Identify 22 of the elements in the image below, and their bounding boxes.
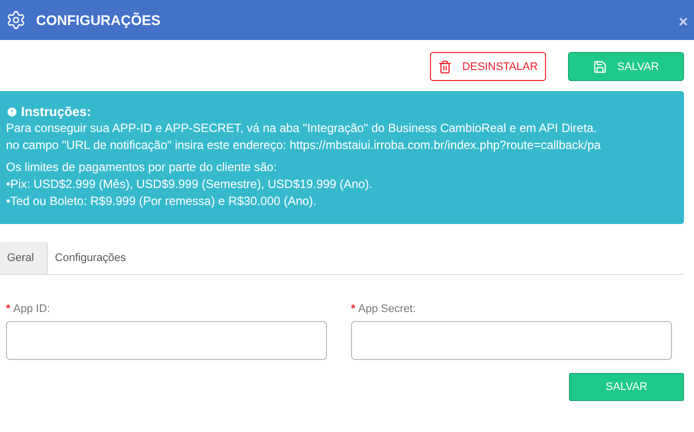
limit-text: Os limites de pagamentos por parte do cliente são: <box>6 159 278 176</box>
required-mark: * <box>351 303 356 315</box>
save-button[interactable]: SALVAR <box>568 52 684 81</box>
alert-icon <box>6 106 18 118</box>
field-label: App ID: <box>13 303 50 315</box>
settings-icon <box>6 10 26 30</box>
input-field[interactable] <box>6 321 327 360</box>
field-label: App Secret: <box>358 303 416 315</box>
uninstall-button[interactable]: DESINSTALAR <box>430 52 546 81</box>
instructions-title: Instruções: <box>21 103 92 120</box>
limit-text: •Pix: USD$2.999 (Mês), USD$9.999 (Semestre), USD$19.999 (Ano). <box>6 176 374 193</box>
trash-icon <box>438 60 452 74</box>
save-button[interactable]: SALVAR <box>569 373 684 401</box>
instruction-text: Para conseguir sua APP-ID e APP-SECRET, vá na aba "Integração" do Business CambioReal e em API Direta. <box>6 120 598 137</box>
floppy-icon <box>593 60 608 74</box>
input-field[interactable] <box>351 321 672 360</box>
required-mark: * <box>6 303 10 315</box>
limit-text: •Ted ou Boleto: R$9.999 (Por remessa) e R$30.000 (Ano). <box>6 193 318 210</box>
close-button[interactable]: × <box>678 14 688 32</box>
tab[interactable]: Geral <box>0 242 48 274</box>
window-title: CONFIGURAÇÕES <box>36 12 162 28</box>
instruction-text: no campo "URL de notificação" insira este endereço: https://mbstaiui.irroba.com.br/index.php?route=callback/pa <box>6 137 602 154</box>
